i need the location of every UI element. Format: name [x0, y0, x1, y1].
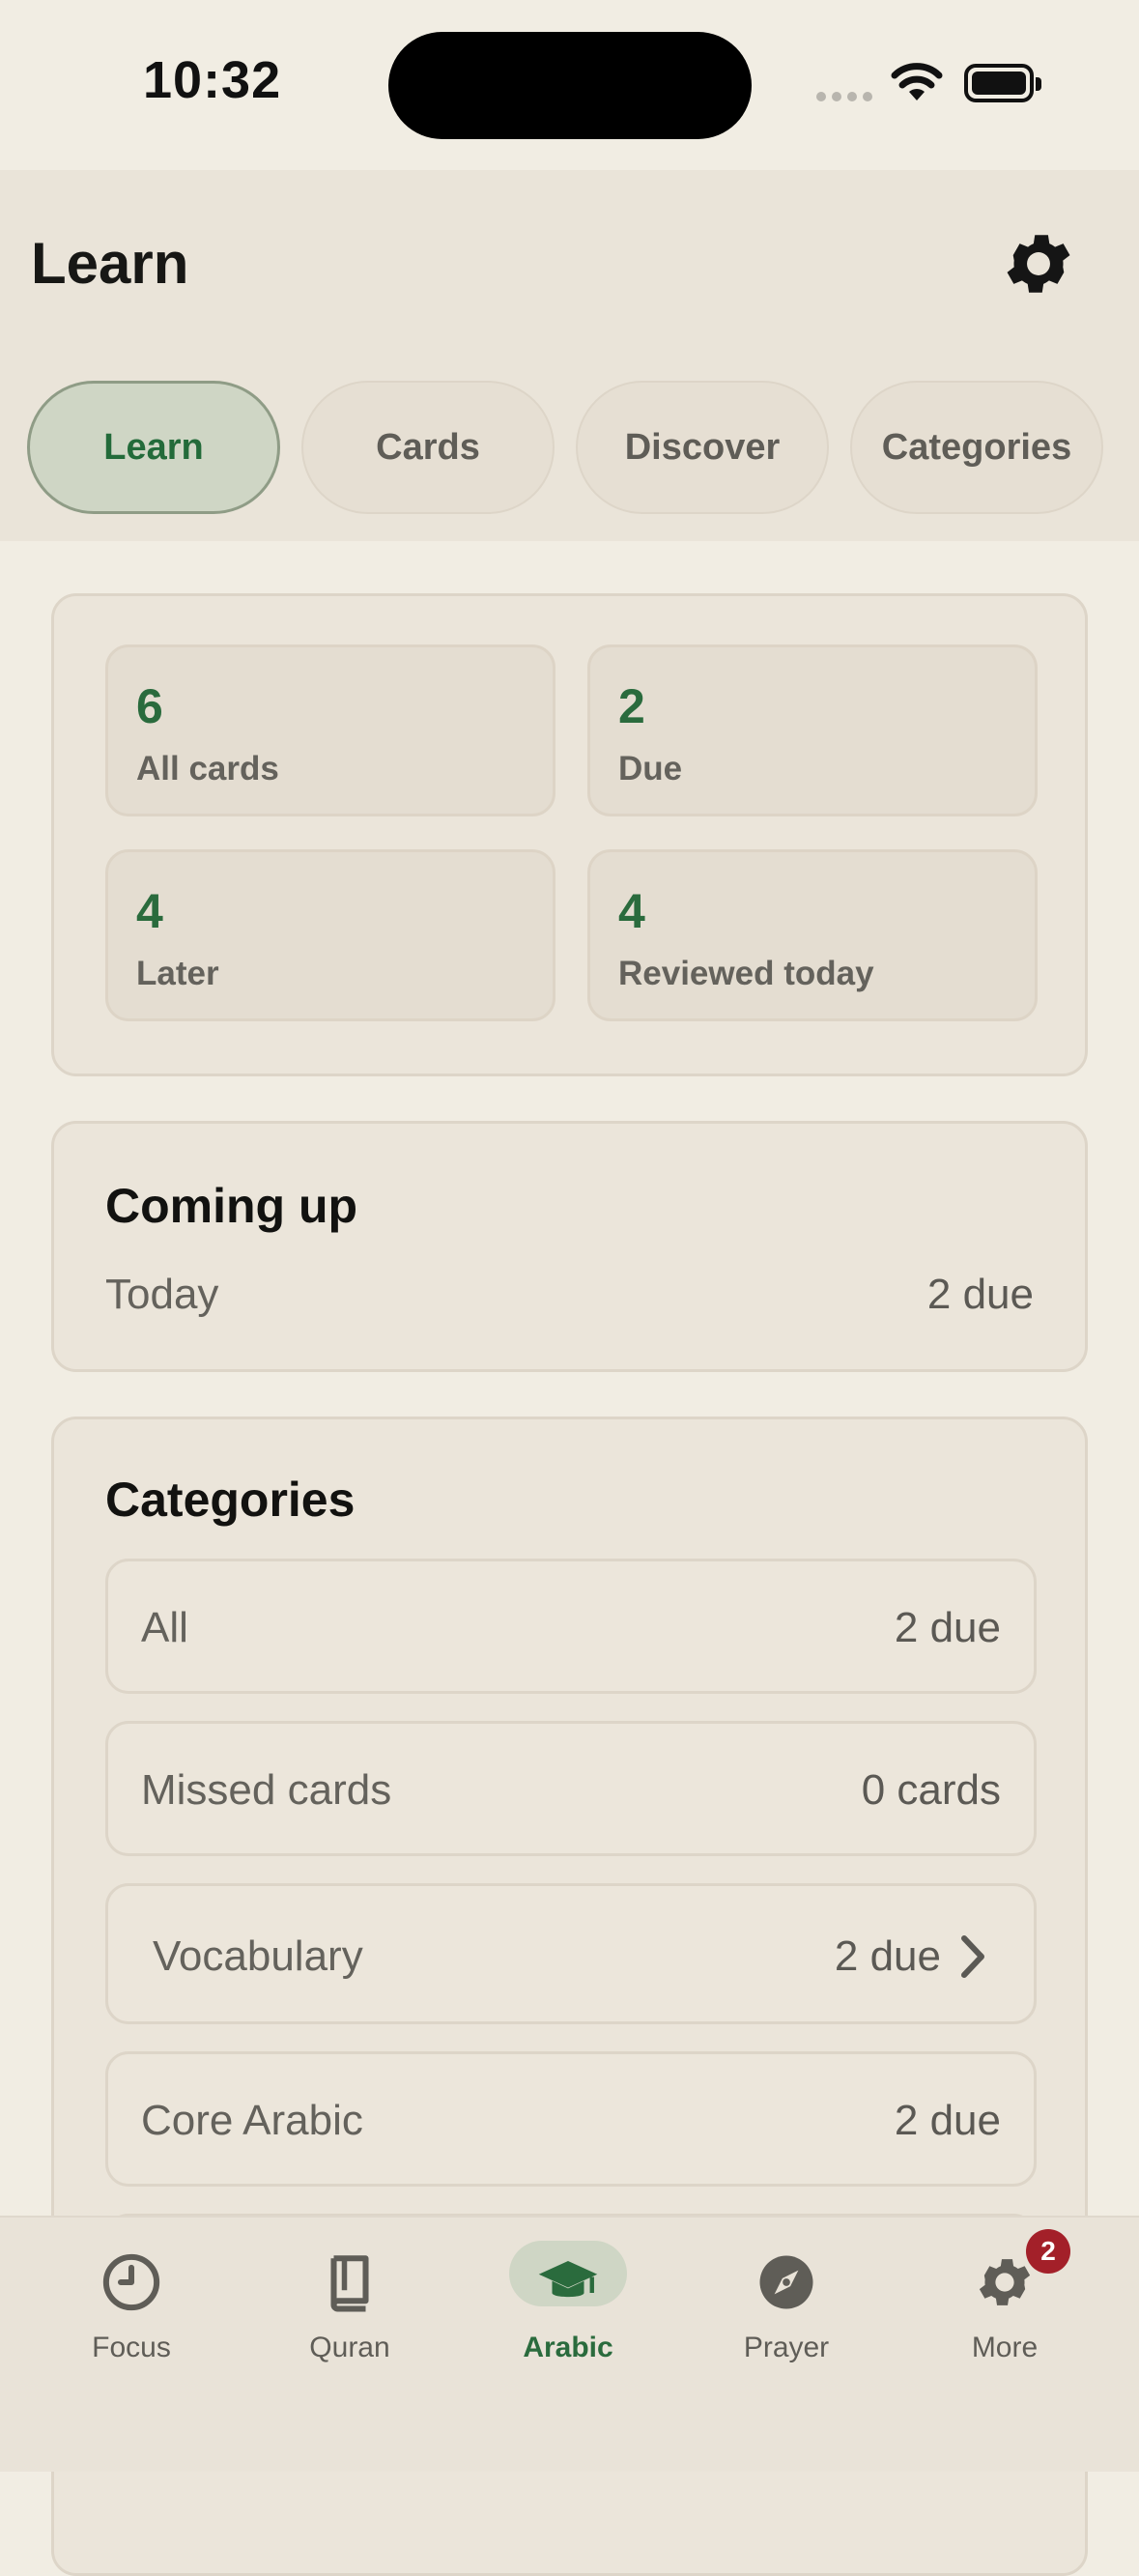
category-label: Missed cards: [141, 1766, 392, 1814]
stat-label: All cards: [136, 750, 279, 787]
tab-discover[interactable]: Discover: [576, 381, 829, 514]
status-time: 10:32: [143, 51, 282, 109]
category-label: Vocabulary: [153, 1932, 363, 1980]
nav-arabic[interactable]: Arabic: [481, 2241, 655, 2363]
nav-label: Prayer: [743, 2332, 830, 2363]
stat-value: 2: [618, 679, 645, 733]
bottom-tab-bar: Focus Quran Arabic Prayer More: [0, 2216, 1139, 2472]
category-row-vocabulary[interactable]: Vocabulary 2 due: [105, 1883, 1037, 2024]
dynamic-island: [388, 32, 752, 139]
compass-icon: [759, 2255, 813, 2309]
nav-quran[interactable]: Quran: [263, 2241, 437, 2363]
category-count: 2 due: [834, 1932, 941, 1980]
nav-label: More: [971, 2332, 1039, 2363]
stat-later[interactable]: 4 Later: [105, 849, 555, 1021]
notification-badge: 2: [1026, 2229, 1070, 2274]
stats-panel: 6 All cards 2 Due 4 Later 4 Reviewed tod…: [51, 593, 1088, 1076]
cellular-signal-icon: [816, 92, 872, 101]
nav-label: Arabic: [523, 2332, 613, 2363]
stat-label: Due: [618, 750, 683, 787]
clock-icon: [102, 2253, 160, 2311]
stat-value: 4: [618, 884, 645, 938]
tab-categories[interactable]: Categories: [850, 381, 1103, 514]
category-label: All: [141, 1604, 188, 1651]
coming-up-row-label: Today: [105, 1271, 219, 1318]
stat-reviewed-today[interactable]: 4 Reviewed today: [587, 849, 1038, 1021]
category-row-all[interactable]: All 2 due: [105, 1559, 1037, 1694]
coming-up-title: Coming up: [105, 1179, 358, 1233]
status-bar: 10:32: [0, 0, 1139, 170]
stat-label: Reviewed today: [618, 955, 874, 992]
categories-title: Categories: [105, 1473, 356, 1527]
stat-value: 4: [136, 884, 163, 938]
stat-label: Later: [136, 955, 219, 992]
stat-due[interactable]: 2 Due: [587, 644, 1038, 816]
category-count: 2 due: [894, 1604, 1001, 1651]
graduation-cap-icon: [538, 2261, 598, 2298]
nav-focus[interactable]: Focus: [44, 2241, 218, 2363]
category-count: 0 cards: [861, 1766, 1001, 1814]
wifi-icon: [891, 63, 943, 100]
nav-label: Quran: [309, 2332, 390, 2363]
nav-label: Focus: [92, 2332, 171, 2363]
header: Learn Learn Cards Discover Categories: [0, 170, 1139, 541]
book-icon: [330, 2255, 369, 2312]
category-row-core-arabic[interactable]: Core Arabic 2 due: [105, 2051, 1037, 2187]
chevron-right-icon: [961, 1935, 984, 1978]
coming-up-panel: Coming up Today 2 due: [51, 1121, 1088, 1372]
stat-value: 6: [136, 679, 163, 733]
nav-prayer[interactable]: Prayer: [699, 2241, 873, 2363]
category-row-missed-cards[interactable]: Missed cards 0 cards: [105, 1721, 1037, 1856]
settings-gear-icon[interactable]: [999, 224, 1078, 303]
category-label: Core Arabic: [141, 2097, 363, 2144]
tab-learn[interactable]: Learn: [27, 381, 280, 514]
category-count: 2 due: [894, 2097, 1001, 2144]
tab-cards[interactable]: Cards: [301, 381, 555, 514]
page-title: Learn: [31, 231, 189, 296]
coming-up-row-value: 2 due: [926, 1271, 1034, 1318]
stat-all-cards[interactable]: 6 All cards: [105, 644, 555, 816]
segmented-tabs: Learn Cards Discover Categories: [27, 381, 1103, 514]
battery-icon: [964, 64, 1041, 102]
